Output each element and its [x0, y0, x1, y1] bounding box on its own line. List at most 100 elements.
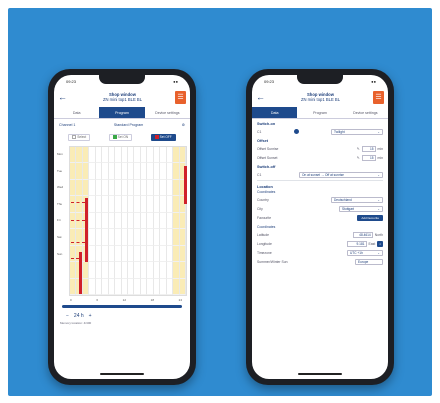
chevron-down-icon: ⌄ [377, 206, 380, 211]
summer-winter-row: Summer/Winter Sun Europe [252, 257, 388, 266]
longitude-controls: 9.181 East ⌖ [346, 240, 383, 247]
menu-icon[interactable]: ☰ [373, 90, 384, 104]
zoom-in-button[interactable]: + [89, 313, 92, 319]
zoom-out-button[interactable]: − [66, 313, 69, 319]
tab-data[interactable]: Data [54, 107, 99, 118]
status-time: 09:23 [66, 78, 77, 84]
offset-sunset-input[interactable]: 15 [361, 154, 376, 161]
blue-backdrop: 09:23 ●● ← Shop window ZN mini top1 BLE … [8, 8, 432, 396]
city-select[interactable]: Stuttgart ⌄ [339, 205, 383, 212]
grid-cell[interactable] [179, 229, 186, 246]
switch-off-heading: Switch-off [257, 165, 276, 169]
channel-row: Channel 1 Standard Program ⚙ [54, 119, 190, 130]
device-title: Shop window ZN mini top1 BLE BL [70, 92, 175, 102]
mode-selector: Select Set ON Set OFF [54, 130, 190, 144]
on-period-bar [79, 252, 82, 294]
latitude-controls: 48.4614 North [352, 231, 383, 238]
program-name[interactable]: Standard Program [114, 123, 143, 127]
city-value: Stuttgart [342, 206, 355, 211]
tab-device-settings[interactable]: Device settings [145, 107, 190, 118]
offset-sunset-row: Offset Sunset ✎ 15 min [252, 153, 388, 162]
set-off-button[interactable]: Set OFF [150, 133, 176, 141]
checkbox-icon [72, 135, 77, 139]
channel-label: C1 [257, 129, 262, 134]
gear-icon[interactable]: ⚙ [182, 123, 185, 127]
back-arrow-icon[interactable]: ← [58, 92, 70, 102]
day-label: Tue [57, 168, 63, 173]
hour-tick: 0 [70, 298, 72, 302]
device-title: Shop window ZN mini top1 BLE BL [268, 92, 373, 102]
phone-notch [99, 75, 145, 84]
switch-off-select[interactable]: On at sunset → Off at sunrise ⌄ [299, 171, 383, 178]
hour-tick: 24 [178, 298, 182, 302]
latitude-direction[interactable]: North [375, 233, 383, 237]
select-mode-button[interactable]: Select [68, 133, 91, 141]
day-label: Wed [57, 185, 64, 190]
set-off-label: Set OFF [159, 134, 172, 139]
switch-on-value: Twilight [334, 129, 345, 134]
location-pin-icon[interactable]: ⌖ [377, 240, 383, 247]
set-on-label: Set ON [117, 134, 129, 139]
time-scroll-slider[interactable] [62, 305, 182, 308]
summer-winter-select[interactable]: Europe [355, 258, 383, 265]
day-label: Mon [57, 152, 63, 156]
pencil-icon[interactable]: ✎ [357, 156, 360, 160]
pencil-icon[interactable]: ✎ [357, 147, 360, 151]
favourite-label: Favourite [257, 215, 272, 220]
country-select[interactable]: Deutschland ⌄ [331, 196, 383, 203]
latitude-input[interactable]: 48.4614 [352, 231, 373, 238]
offset-sunrise-controls: ✎ 15 min [357, 145, 383, 152]
grid-cell[interactable] [179, 262, 186, 279]
chevron-down-icon: ⌄ [377, 172, 380, 177]
tab-program[interactable]: Program [297, 107, 342, 118]
select-mode-label: Select [77, 134, 87, 139]
day-label: Sun [57, 251, 63, 256]
latitude-label: Latitude [257, 232, 270, 237]
longitude-direction[interactable]: East [369, 242, 376, 246]
weekly-program-grid[interactable]: Mon Tue Wed Thu Fri Sat Sun [57, 146, 187, 296]
offset-sunrise-row: Offset Sunrise ✎ 15 min [252, 144, 388, 153]
on-period-bar [184, 166, 187, 204]
status-icons: ●● [371, 78, 376, 84]
coordinates-section-label: Coordinates [257, 225, 276, 229]
hour-axis: 0 6 12 18 24 [54, 298, 190, 302]
offset-heading: Offset [257, 139, 268, 143]
latitude-row: Latitude 48.4614 North [252, 230, 388, 239]
tab-bar: Data Program Device settings [252, 107, 388, 119]
longitude-label: Longitude [257, 241, 272, 246]
favourite-row: Favourite Add favourite [252, 213, 388, 222]
offset-unit: min [377, 146, 383, 151]
phone-program-view: 09:23 ●● ← Shop window ZN mini top1 BLE … [48, 69, 196, 385]
switch-on-select[interactable]: Twilight ⌄ [331, 128, 383, 135]
timezone-select[interactable]: UTC +1h ⌄ [347, 249, 383, 256]
grid-cell[interactable] [179, 278, 186, 295]
phone-notch [297, 75, 343, 84]
longitude-input[interactable]: 9.181 [346, 240, 367, 247]
longitude-row: Longitude 9.181 East ⌖ [252, 239, 388, 248]
grid-cell[interactable] [179, 212, 186, 230]
menu-icon[interactable]: ☰ [175, 90, 186, 104]
offset-sunset-label: Offset Sunset [257, 155, 278, 160]
offset-sunrise-input[interactable]: 15 [361, 145, 376, 152]
day-label: Sat [57, 234, 62, 239]
switch-on-row: C1 Twilight ⌄ [252, 127, 388, 136]
set-on-button[interactable]: Set ON [108, 133, 133, 141]
city-row: City Stuttgart ⌄ [252, 204, 388, 213]
tab-data[interactable]: Data [252, 107, 298, 118]
country-row: Country Deutschland ⌄ [252, 195, 388, 204]
tab-device-settings[interactable]: Device settings [343, 107, 388, 118]
back-arrow-icon[interactable]: ← [256, 92, 268, 102]
grid-cell[interactable] [179, 147, 186, 164]
add-favourite-button[interactable]: Add favourite [357, 214, 383, 221]
dashed-marker [71, 202, 85, 203]
chevron-down-icon: ⌄ [377, 129, 380, 134]
title-bar: ← Shop window ZN mini top1 BLE BL ☰ [54, 87, 190, 107]
tab-program[interactable]: Program [99, 107, 145, 118]
phone-screen: 09:23 ●● ← Shop window ZN mini top1 BLE … [252, 75, 388, 379]
memory-location: Memory location: 4/400 [60, 321, 92, 325]
channel-select[interactable]: Channel 1 [59, 123, 75, 127]
grid-cell[interactable] [179, 245, 186, 263]
city-label: City [257, 206, 263, 211]
day-labels: Mon Tue Wed Thu Fri Sat Sun [57, 146, 69, 296]
home-indicator [298, 373, 342, 375]
